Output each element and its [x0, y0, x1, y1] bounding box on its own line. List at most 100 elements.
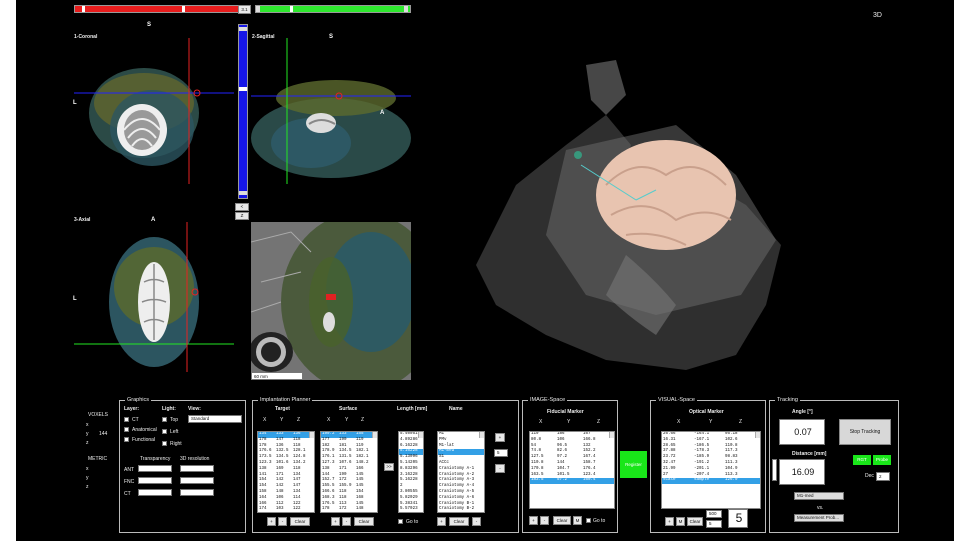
fnc-resolution-slider[interactable]	[180, 477, 214, 484]
light-right-checkbox[interactable]	[162, 441, 167, 446]
surface-remove-small-button[interactable]: -	[342, 517, 351, 526]
coronal-view[interactable]	[74, 38, 234, 184]
stop-tracking-button[interactable]: Stop Tracking	[839, 419, 891, 445]
surface-row[interactable]: 178 172 148	[321, 507, 377, 512]
view-3d[interactable]	[456, 55, 796, 375]
view-prev-button[interactable]: <	[235, 203, 249, 211]
dec-field[interactable]: 2	[876, 472, 890, 481]
fiducial-clear-button[interactable]: Clear	[553, 516, 571, 525]
green-slider-handle-b[interactable]	[290, 6, 293, 12]
name-list-scrollbar[interactable]	[479, 432, 484, 438]
surface-add-small-button[interactable]: +	[331, 517, 340, 526]
surface-y-header: Y	[345, 417, 349, 423]
length-row[interactable]: 5.57023	[399, 507, 423, 512]
ct-transparency-slider[interactable]	[138, 489, 172, 496]
optical-m-button[interactable]: M	[676, 517, 685, 526]
rgt-button[interactable]: RGT	[853, 455, 871, 465]
zoom-view[interactable]: 60 mm	[251, 222, 411, 380]
probe-select[interactable]: Measurement Prob...	[794, 514, 844, 522]
green-range-slider[interactable]	[255, 5, 411, 13]
distance-label: Distance [mm]	[792, 451, 827, 457]
view-zoom-button[interactable]: Z	[235, 212, 249, 220]
target-row[interactable]: 174 103 122	[258, 507, 314, 512]
optical-marker-list[interactable]: 26.66 -164.1 95.18 16.31 -167.1 102.6 28.65 -18…	[661, 431, 761, 509]
sample-count-field[interactable]: 500	[706, 510, 722, 518]
optical-add-button[interactable]: +	[665, 517, 674, 526]
red-slider-handle-b[interactable]	[182, 6, 185, 12]
fiducial-list[interactable]: 119 186 167 80.8 106 166.8 54 96.5 132 74.8 82.6 15…	[529, 431, 615, 509]
probe-button[interactable]: Probe	[873, 455, 891, 465]
layer-anatomical-checkbox[interactable]	[124, 427, 129, 432]
register-button[interactable]: Register	[620, 451, 647, 478]
name-row[interactable]: Craniotomy B-2	[438, 507, 484, 512]
fiducial-goto-checkbox[interactable]	[586, 518, 591, 523]
image-space-title: IMAGE-Space	[528, 397, 568, 403]
view-3d-label: 3D	[873, 12, 882, 19]
view-mode-select[interactable]: Standard	[188, 415, 242, 423]
target-select[interactable]: M1-med	[794, 492, 844, 500]
remove-target-button[interactable]: -	[495, 464, 505, 473]
blue-vertical-slider[interactable]	[238, 24, 248, 199]
transparency-label: Transparency	[140, 456, 171, 462]
surface-list[interactable]: 199.2 133 155 177 190 119 182 181 119 178.9 134.5 1…	[320, 431, 378, 513]
fiducial-remove-button[interactable]: -	[540, 516, 549, 525]
target-list-scrollbar[interactable]	[309, 432, 314, 438]
surface-label: Surface	[339, 406, 358, 412]
target-clear-button[interactable]: Clear	[290, 517, 310, 526]
green-slider-handle-c[interactable]	[404, 6, 408, 12]
target-count-field[interactable]: 5	[494, 449, 508, 457]
green-slider-handle-a[interactable]	[256, 6, 260, 12]
sample-big-number: 5	[728, 509, 748, 528]
zoom-size-dropdown[interactable]: 60 mm	[251, 372, 303, 380]
ant-transparency-slider[interactable]	[138, 465, 172, 472]
optical-marker-list-scrollbar[interactable]	[755, 432, 760, 438]
metric-y-label: y	[86, 475, 89, 481]
implantation-planner-panel: Implantation Planner Target Surface Leng…	[252, 397, 519, 533]
length-list[interactable]: 5.40051 4.89286 6.16228 5.16228 5.13096 5.142…	[398, 431, 424, 513]
surface-clear-button[interactable]: Clear	[354, 517, 374, 526]
fiducial-list-scrollbar[interactable]	[609, 432, 614, 438]
coronal-left-label: L	[73, 100, 77, 106]
optical-row[interactable]: scale sample 126.9	[662, 478, 760, 485]
optical-marker-label: Optical Marker	[689, 409, 724, 415]
add-target-button[interactable]: +	[495, 433, 505, 442]
name-list[interactable]: M1 PMv M1-lat M1-med S1 ACCc Craniotomy A-1 Cra…	[437, 431, 485, 513]
target-remove-small-button[interactable]: -	[278, 517, 287, 526]
dec-label: Dec	[865, 473, 874, 479]
ant-resolution-slider[interactable]	[180, 465, 214, 472]
name-clear-button[interactable]: Clear	[449, 517, 469, 526]
fiducial-goto-label: Go to	[593, 518, 606, 524]
light-left-checkbox[interactable]	[162, 429, 167, 434]
length-list-scrollbar[interactable]	[418, 432, 423, 438]
ct-resolution-slider[interactable]	[180, 489, 214, 496]
axial-view[interactable]	[74, 222, 234, 372]
fnc-transparency-slider[interactable]	[138, 477, 172, 484]
blue-slider-handle-bottom[interactable]	[239, 191, 247, 195]
name-remove-small-button[interactable]: -	[472, 517, 481, 526]
sample-interval-field[interactable]: 5	[706, 520, 722, 528]
fiducial-m-button[interactable]: M	[573, 516, 582, 525]
blue-slider-handle[interactable]	[239, 87, 247, 91]
layer-ct-checkbox[interactable]	[124, 417, 129, 422]
view-label: View:	[188, 406, 201, 412]
fiducial-row[interactable]: 183.5 57.2 160.4	[530, 478, 614, 485]
red-slider-handle-a[interactable]	[82, 6, 85, 12]
transfer-button[interactable]: >>	[384, 463, 394, 471]
distance-slider-bar[interactable]	[772, 459, 777, 481]
red-range-slider[interactable]	[74, 5, 246, 13]
layer-functional-label: Functional	[132, 437, 156, 443]
light-top-checkbox[interactable]	[162, 417, 167, 422]
fiducial-add-button[interactable]: +	[529, 516, 538, 525]
target-add-small-button[interactable]: +	[267, 517, 276, 526]
name-add-small-button[interactable]: +	[437, 517, 446, 526]
sagittal-view[interactable]	[251, 38, 411, 184]
voxels-label: VOXELS	[88, 412, 109, 418]
blue-slider-handle-top[interactable]	[239, 27, 247, 31]
visual-z-header: Z	[739, 419, 743, 425]
target-list[interactable]: 134 133 136 178 147 118 178 136 118 176.6 132.5 128…	[257, 431, 315, 513]
layer-functional-checkbox[interactable]	[124, 437, 129, 442]
optical-clear-button[interactable]: Clear	[687, 517, 703, 526]
tracking-panel: Tracking Angle [°] 0.07 Stop Tracking Di…	[769, 397, 899, 533]
surface-list-scrollbar[interactable]	[372, 432, 377, 438]
goto-checkbox[interactable]	[398, 519, 403, 524]
